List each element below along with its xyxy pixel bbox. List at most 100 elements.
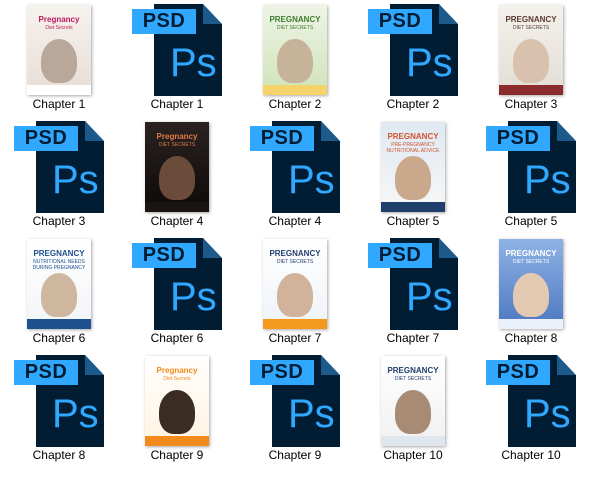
cover-band xyxy=(381,202,445,212)
file-thumbnail: PSD Ps xyxy=(0,351,118,449)
file-item[interactable]: PSD Ps Chapter 9 xyxy=(236,351,354,468)
book-cover-image: Pregnancy Diet Secrets xyxy=(145,356,209,446)
photoshop-file-icon: PSD Ps xyxy=(250,355,340,447)
file-item[interactable]: PREGNANCY DIET SECRETS Chapter 7 xyxy=(236,234,354,351)
file-name-label: Chapter 9 xyxy=(268,448,322,462)
book-cover-image: PREGNANCY DIET SECRETS xyxy=(499,239,563,329)
file-item[interactable]: PREGNANCY DIET SECRETS Chapter 3 xyxy=(472,0,590,117)
book-cover-image: Pregnancy DIET SECRETS xyxy=(145,122,209,212)
file-item[interactable]: PREGNANCY DIET SECRETS Chapter 10 xyxy=(354,351,472,468)
file-name-label: Chapter 1 xyxy=(150,97,204,111)
psd-page-fold xyxy=(321,121,340,141)
file-thumbnail: Pregnancy Diet Secrets xyxy=(0,0,118,98)
cover-subtitle: DIET SECRETS xyxy=(276,25,314,31)
photoshop-file-icon: PSD Ps xyxy=(14,355,104,447)
cover-photo-figure xyxy=(159,156,195,200)
file-thumbnail: PSD Ps xyxy=(354,234,472,332)
ps-mark: Ps xyxy=(52,392,99,436)
file-item[interactable]: PREGNANCY DIET SECRETS Chapter 2 xyxy=(236,0,354,117)
file-item[interactable]: Pregnancy Diet Secrets Chapter 1 xyxy=(0,0,118,117)
file-item[interactable]: PSD Ps Chapter 7 xyxy=(354,234,472,351)
file-item[interactable]: PSD Ps Chapter 8 xyxy=(0,351,118,468)
cover-photo-figure xyxy=(159,390,195,434)
psd-tag: PSD xyxy=(486,360,550,385)
photoshop-file-icon: PSD Ps xyxy=(132,4,222,96)
psd-page-fold xyxy=(439,238,458,258)
cover-subtitle: PRE-PREGNANCY NUTRITIONAL ADVICE xyxy=(386,142,440,154)
file-name-label: Chapter 6 xyxy=(150,331,204,345)
file-thumbnail: PREGNANCY PRE-PREGNANCY NUTRITIONAL ADVIC… xyxy=(354,117,472,215)
psd-page-fold xyxy=(557,121,576,141)
file-thumbnail: PSD Ps xyxy=(236,351,354,449)
cover-subtitle: DIET SECRETS xyxy=(512,259,550,265)
book-cover-image: PREGNANCY DIET SECRETS xyxy=(381,356,445,446)
file-item[interactable]: PSD Ps Chapter 3 xyxy=(0,117,118,234)
file-name-label: Chapter 6 xyxy=(32,331,86,345)
file-name-label: Chapter 3 xyxy=(32,214,86,228)
psd-tag: PSD xyxy=(250,126,314,151)
file-name-label: Chapter 9 xyxy=(150,448,204,462)
cover-title: PREGNANCY xyxy=(269,15,321,24)
cover-subtitle: Diet Secrets xyxy=(45,25,73,31)
file-thumbnail: PREGNANCY NUTRITIONAL NEEDS DURING PREGNA… xyxy=(0,234,118,332)
cover-band xyxy=(27,85,91,95)
file-thumbnail: PSD Ps xyxy=(472,351,590,449)
file-item[interactable]: PREGNANCY PRE-PREGNANCY NUTRITIONAL ADVIC… xyxy=(354,117,472,234)
psd-tag: PSD xyxy=(132,243,196,268)
file-name-label: Chapter 8 xyxy=(504,331,558,345)
file-thumbnail: PSD Ps xyxy=(472,117,590,215)
file-item[interactable]: PREGNANCY NUTRITIONAL NEEDS DURING PREGNA… xyxy=(0,234,118,351)
psd-page-fold xyxy=(85,121,104,141)
file-name-label: Chapter 7 xyxy=(386,331,440,345)
file-name-label: Chapter 5 xyxy=(386,214,440,228)
cover-band xyxy=(381,436,445,446)
file-name-label: Chapter 8 xyxy=(32,448,86,462)
file-thumbnail: Pregnancy DIET SECRETS xyxy=(118,117,236,215)
file-name-label: Chapter 10 xyxy=(383,448,443,462)
file-item[interactable]: PSD Ps Chapter 5 xyxy=(472,117,590,234)
psd-tag: PSD xyxy=(368,243,432,268)
file-item[interactable]: PSD Ps Chapter 4 xyxy=(236,117,354,234)
cover-band xyxy=(145,202,209,212)
psd-page-fold xyxy=(203,4,222,24)
psd-page-fold xyxy=(439,4,458,24)
ps-mark: Ps xyxy=(288,392,335,436)
book-cover-image: PREGNANCY DIET SECRETS xyxy=(263,5,327,95)
psd-page-fold xyxy=(321,355,340,375)
photoshop-file-icon: PSD Ps xyxy=(250,121,340,213)
file-name-label: Chapter 2 xyxy=(386,97,440,111)
photoshop-file-icon: PSD Ps xyxy=(14,121,104,213)
file-thumbnail: PSD Ps xyxy=(0,117,118,215)
file-item[interactable]: PSD Ps Chapter 1 xyxy=(118,0,236,117)
cover-subtitle: DIET SECRETS xyxy=(276,259,314,265)
book-cover-image: PREGNANCY NUTRITIONAL NEEDS DURING PREGNA… xyxy=(27,239,91,329)
file-item[interactable]: Pregnancy DIET SECRETS Chapter 4 xyxy=(118,117,236,234)
file-thumbnail: PSD Ps xyxy=(118,234,236,332)
psd-tag: PSD xyxy=(250,360,314,385)
photoshop-file-icon: PSD Ps xyxy=(368,238,458,330)
file-item[interactable]: PSD Ps Chapter 10 xyxy=(472,351,590,468)
file-item[interactable]: PSD Ps Chapter 6 xyxy=(118,234,236,351)
file-name-label: Chapter 2 xyxy=(268,97,322,111)
psd-page-fold xyxy=(203,238,222,258)
book-cover-image: PREGNANCY DIET SECRETS xyxy=(499,5,563,95)
ps-mark: Ps xyxy=(406,275,453,319)
cover-title: Pregnancy xyxy=(38,15,80,24)
cover-title: PREGNANCY xyxy=(269,249,321,258)
file-item[interactable]: PSD Ps Chapter 2 xyxy=(354,0,472,117)
file-thumbnail: PSD Ps xyxy=(118,0,236,98)
file-item[interactable]: Pregnancy Diet Secrets Chapter 9 xyxy=(118,351,236,468)
cover-band xyxy=(499,85,563,95)
ps-mark: Ps xyxy=(406,41,453,85)
photoshop-file-icon: PSD Ps xyxy=(368,4,458,96)
cover-photo-figure xyxy=(395,156,431,200)
file-item[interactable]: PREGNANCY DIET SECRETS Chapter 8 xyxy=(472,234,590,351)
ps-mark: Ps xyxy=(524,158,571,202)
cover-photo-figure xyxy=(41,39,77,83)
book-cover-image: PREGNANCY DIET SECRETS xyxy=(263,239,327,329)
cover-photo-figure xyxy=(277,39,313,83)
cover-title: Pregnancy xyxy=(156,132,198,141)
file-thumbnail: PSD Ps xyxy=(354,0,472,98)
file-thumbnail: PREGNANCY DIET SECRETS xyxy=(472,0,590,98)
cover-subtitle: NUTRITIONAL NEEDS DURING PREGNANCY xyxy=(32,259,86,271)
